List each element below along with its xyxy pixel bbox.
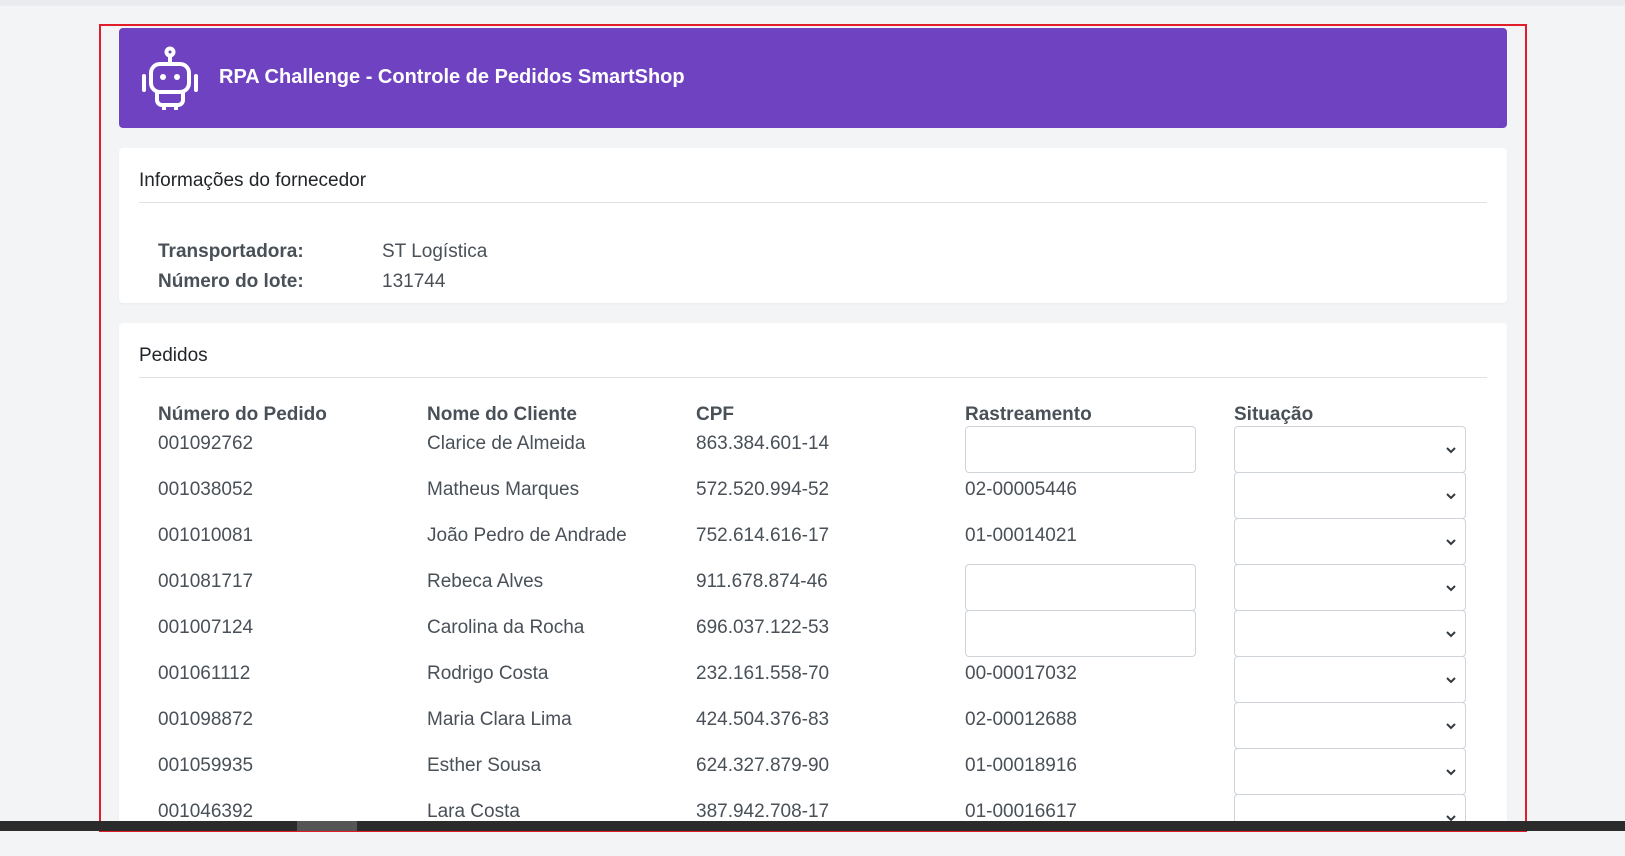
horizontal-scrollbar[interactable] <box>0 821 1625 831</box>
client-cpf: 624.327.879-90 <box>696 755 830 776</box>
client-name: Matheus Marques <box>427 479 580 500</box>
order-number: 001007124 <box>158 617 254 638</box>
carrier-label: Transportadora: <box>158 241 304 262</box>
chevron-down-icon <box>1446 677 1456 684</box>
orders-card-title: Pedidos <box>139 345 208 366</box>
client-name: Esther Sousa <box>427 755 542 776</box>
status-select[interactable] <box>1234 610 1466 657</box>
supplier-card-title: Informações do fornecedor <box>139 170 367 191</box>
tracking-code: 00-00017032 <box>965 663 1077 684</box>
divider <box>139 202 1487 203</box>
tracking-input[interactable] <box>965 564 1196 611</box>
chevron-down-icon <box>1446 631 1456 638</box>
order-number: 001010081 <box>158 525 254 546</box>
column-header-cpf: CPF <box>696 404 734 425</box>
order-number: 001081717 <box>158 571 254 592</box>
table-row: 001059935 Esther Sousa 624.327.879-90 01… <box>119 748 1507 798</box>
client-cpf: 696.037.122-53 <box>696 617 830 638</box>
status-select[interactable] <box>1234 472 1466 519</box>
status-select[interactable] <box>1234 748 1466 795</box>
batch-number-label: Número do lote: <box>158 271 304 292</box>
tracking-code: 01-00016617 <box>965 801 1077 822</box>
client-name: Rodrigo Costa <box>427 663 549 684</box>
top-strip <box>0 0 1625 6</box>
order-number: 001038052 <box>158 479 254 500</box>
status-select[interactable] <box>1234 518 1466 565</box>
chevron-down-icon <box>1446 723 1456 730</box>
batch-number-value: 131744 <box>382 271 446 292</box>
divider <box>139 377 1487 378</box>
carrier-value: ST Logística <box>382 241 488 262</box>
table-row: 001092762 Clarice de Almeida 863.384.601… <box>119 426 1507 476</box>
client-name: João Pedro de Andrade <box>427 525 627 546</box>
client-name: Lara Costa <box>427 801 520 822</box>
order-number: 001059935 <box>158 755 254 776</box>
client-cpf: 863.384.601-14 <box>696 433 830 454</box>
client-cpf: 387.942.708-17 <box>696 801 830 822</box>
status-select[interactable] <box>1234 656 1466 703</box>
supplier-card: Informações do fornecedor Transportadora… <box>119 148 1507 303</box>
chevron-down-icon <box>1446 769 1456 776</box>
chevron-down-icon <box>1446 493 1456 500</box>
client-name: Carolina da Rocha <box>427 617 585 638</box>
column-header-tracking: Rastreamento <box>965 404 1092 425</box>
tracking-code: 02-00012688 <box>965 709 1077 730</box>
table-row: 001098872 Maria Clara Lima 424.504.376-8… <box>119 702 1507 752</box>
client-cpf: 752.614.616-17 <box>696 525 830 546</box>
table-row: 001010081 João Pedro de Andrade 752.614.… <box>119 518 1507 568</box>
page-title: RPA Challenge - Controle de Pedidos Smar… <box>219 66 685 88</box>
chevron-down-icon <box>1446 447 1456 454</box>
table-row: 001061112 Rodrigo Costa 232.161.558-70 0… <box>119 656 1507 706</box>
order-number: 001046392 <box>158 801 254 822</box>
chevron-down-icon <box>1446 585 1456 592</box>
app-header: RPA Challenge - Controle de Pedidos Smar… <box>119 28 1507 128</box>
tracking-code: 02-00005446 <box>965 479 1077 500</box>
client-cpf: 424.504.376-83 <box>696 709 830 730</box>
column-header-status: Situação <box>1234 404 1314 425</box>
client-name: Clarice de Almeida <box>427 433 586 454</box>
robot-icon <box>142 46 198 110</box>
client-cpf: 911.678.874-46 <box>696 571 828 592</box>
status-select[interactable] <box>1234 564 1466 611</box>
scrollbar-thumb[interactable] <box>297 821 357 831</box>
order-number: 001061112 <box>158 663 251 684</box>
table-row: 001081717 Rebeca Alves 911.678.874-46 <box>119 564 1507 614</box>
client-cpf: 572.520.994-52 <box>696 479 830 500</box>
client-name: Rebeca Alves <box>427 571 544 592</box>
app-frame: RPA Challenge - Controle de Pedidos Smar… <box>99 24 1527 832</box>
table-row: 001007124 Carolina da Rocha 696.037.122-… <box>119 610 1507 660</box>
tracking-input[interactable] <box>965 426 1196 473</box>
client-name: Maria Clara Lima <box>427 709 572 730</box>
order-number: 001092762 <box>158 433 254 454</box>
column-header-order-number: Número do Pedido <box>158 404 327 425</box>
client-cpf: 232.161.558-70 <box>696 663 830 684</box>
orders-card: Pedidos Número do Pedido Nome do Cliente… <box>119 323 1507 830</box>
status-select[interactable] <box>1234 702 1466 749</box>
status-select[interactable] <box>1234 426 1466 473</box>
tracking-code: 01-00018916 <box>965 755 1077 776</box>
tracking-code: 01-00014021 <box>965 525 1077 546</box>
tracking-input[interactable] <box>965 610 1196 657</box>
table-row: 001038052 Matheus Marques 572.520.994-52… <box>119 472 1507 522</box>
column-header-client-name: Nome do Cliente <box>427 404 577 425</box>
chevron-down-icon <box>1446 539 1456 546</box>
order-number: 001098872 <box>158 709 254 730</box>
